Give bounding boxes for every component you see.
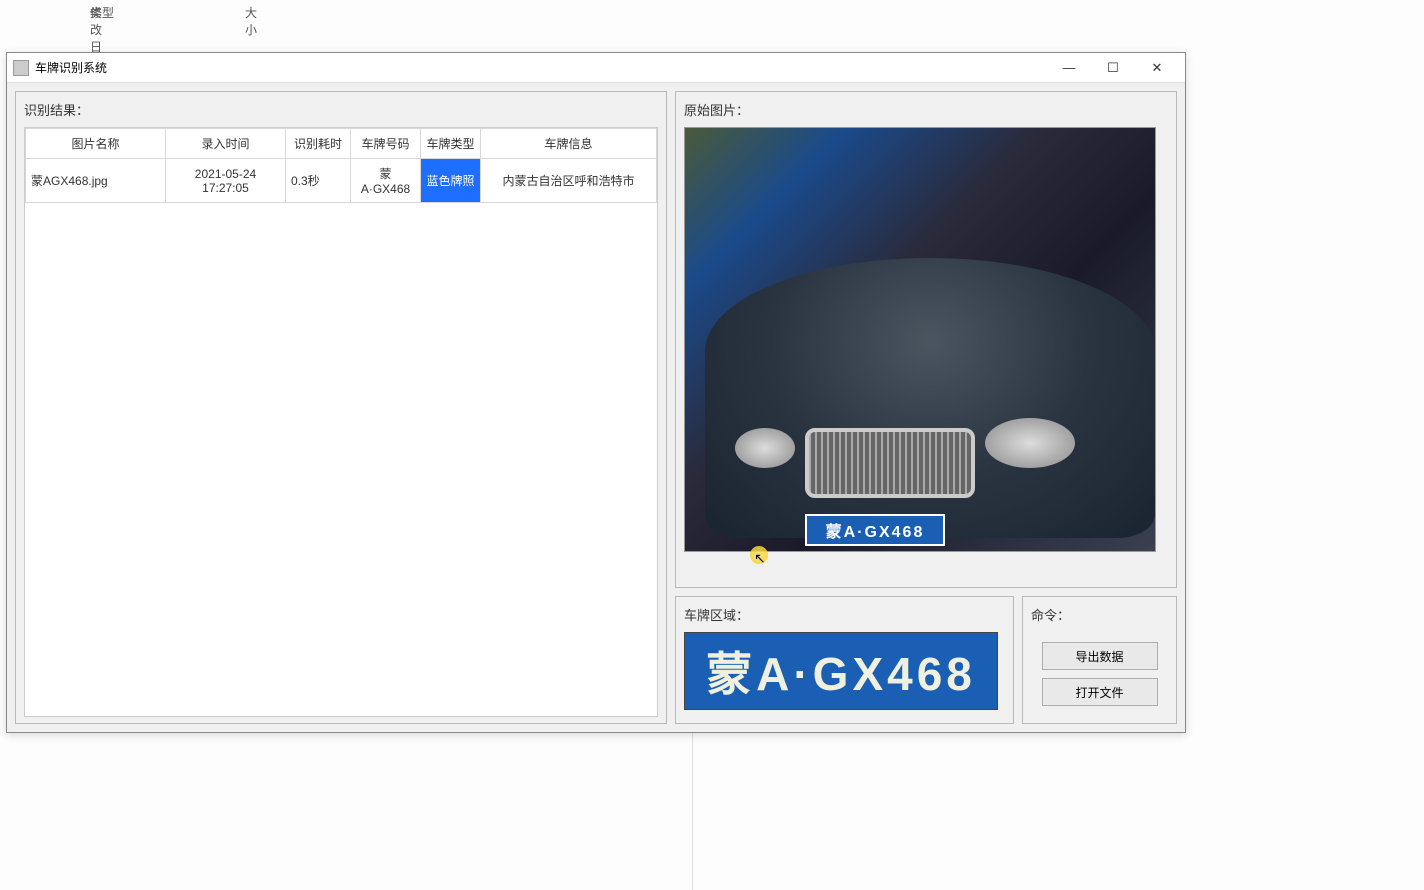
plate-on-car: 蒙A·GX468 [805, 514, 945, 546]
cell-plate-type: 蓝色牌照 [421, 159, 481, 203]
command-panel: 命令： 导出数据 打开文件 [1022, 596, 1177, 724]
maximize-button[interactable]: ☐ [1091, 54, 1135, 82]
close-button[interactable]: ✕ [1135, 54, 1179, 82]
car-grille [805, 428, 975, 498]
titlebar[interactable]: 车牌识别系统 — ☐ ✕ [7, 53, 1185, 83]
original-image-panel: 原始图片： 蒙A·GX468 [675, 91, 1177, 588]
cell-image-name: 蒙AGX468.jpg [26, 159, 166, 203]
cell-plate-number: 蒙A·GX468 [351, 159, 421, 203]
col-plate-info[interactable]: 车牌信息 [481, 129, 657, 159]
export-data-button[interactable]: 导出数据 [1042, 642, 1158, 670]
cursor-arrow-icon: ↖ [754, 550, 766, 567]
plate-region-panel: 车牌区域： 蒙A·GX468 [675, 596, 1014, 724]
plate-region-title: 车牌区域： [684, 605, 1005, 624]
app-icon [13, 60, 29, 76]
col-entry-time[interactable]: 录入时间 [166, 129, 286, 159]
window-title: 车牌识别系统 [35, 59, 1047, 76]
results-table: 图片名称 录入时间 识别耗时 车牌号码 车牌类型 车牌信息 蒙AGX468.jp… [25, 128, 657, 203]
col-plate-number[interactable]: 车牌号码 [351, 129, 421, 159]
background-divider [692, 732, 693, 890]
plate-region-image: 蒙A·GX468 [684, 632, 998, 710]
results-title: 识别结果： [24, 100, 658, 119]
car-headlight-left [735, 428, 795, 468]
col-recog-time[interactable]: 识别耗时 [286, 129, 351, 159]
table-row[interactable]: 蒙AGX468.jpg 2021-05-24 17:27:05 0.3秒 蒙A·… [26, 159, 657, 203]
cell-plate-info: 内蒙古自治区呼和浩特市 [481, 159, 657, 203]
cell-entry-time: 2021-05-24 17:27:05 [166, 159, 286, 203]
original-image: 蒙A·GX468 [684, 127, 1156, 552]
cell-recog-time: 0.3秒 [286, 159, 351, 203]
results-panel: 识别结果： 图片名称 录入时间 识别耗时 车牌号码 车牌类型 车牌信息 [15, 91, 667, 724]
col-image-name[interactable]: 图片名称 [26, 129, 166, 159]
col-plate-type[interactable]: 车牌类型 [421, 129, 481, 159]
original-image-title: 原始图片： [684, 100, 1168, 119]
minimize-button[interactable]: — [1047, 54, 1091, 82]
car-body-shape: 蒙A·GX468 [705, 258, 1155, 538]
main-dialog: 车牌识别系统 — ☐ ✕ 识别结果： 图片名称 录入时间 识别耗时 车牌号码 车 [6, 52, 1186, 733]
open-file-button[interactable]: 打开文件 [1042, 678, 1158, 706]
results-table-wrap[interactable]: 图片名称 录入时间 识别耗时 车牌号码 车牌类型 车牌信息 蒙AGX468.jp… [24, 127, 658, 717]
car-headlight-right [985, 418, 1075, 468]
command-title: 命令： [1031, 605, 1168, 624]
